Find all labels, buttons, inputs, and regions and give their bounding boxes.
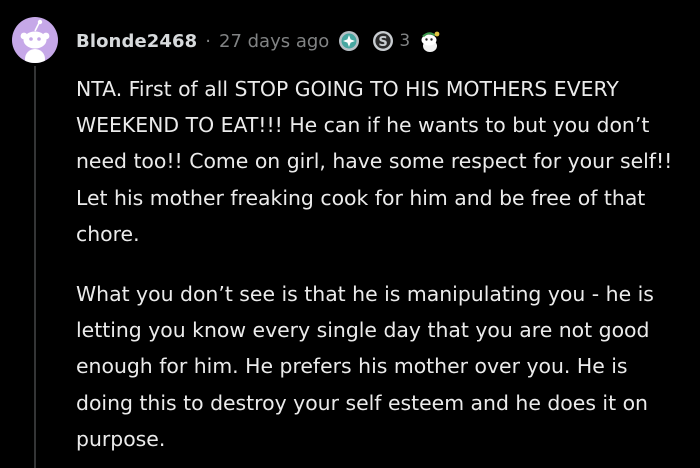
user-avatar[interactable]: [12, 17, 58, 63]
silver-award-count: 3: [399, 31, 411, 51]
silver-award-icon[interactable]: S: [372, 30, 394, 52]
meta-separator: ·: [205, 30, 211, 52]
comment-header: Blonde2468 · 27 days ago S 3: [76, 28, 443, 54]
thread-collapse-line[interactable]: [34, 66, 36, 468]
comment-paragraph: NTA. First of all STOP GOING TO HIS MOTH…: [76, 77, 673, 246]
snoo-avatar-icon: [20, 19, 50, 63]
username-link[interactable]: Blonde2468: [76, 31, 197, 52]
comment-timestamp[interactable]: 27 days ago: [219, 31, 329, 52]
comment-paragraph: What you don’t see is that he is manipul…: [76, 282, 654, 451]
svg-text:S: S: [379, 35, 388, 50]
helpful-award-icon[interactable]: [338, 30, 360, 52]
wholesome-award-icon[interactable]: [417, 29, 443, 53]
comment-body: NTA. First of all STOP GOING TO HIS MOTH…: [76, 71, 686, 457]
